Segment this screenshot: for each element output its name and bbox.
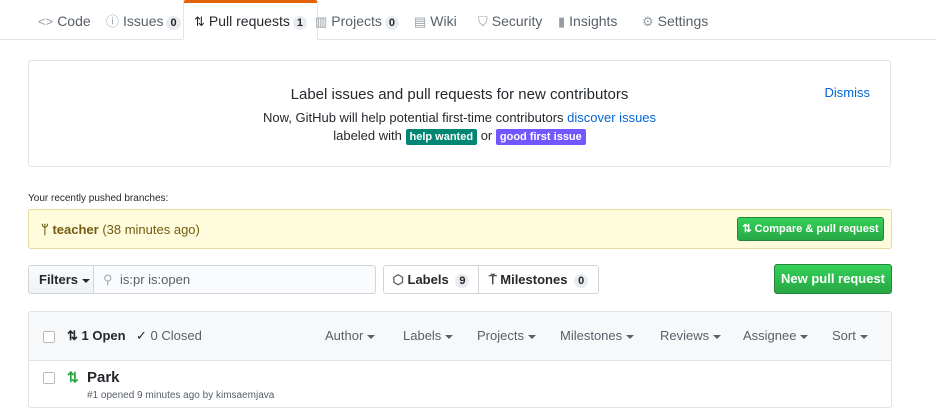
author-dropdown[interactable]: Author <box>325 312 376 360</box>
tag-icon: ⬡ <box>392 272 404 287</box>
caret-down-icon <box>82 278 91 283</box>
branch-icon: ᛘ <box>41 222 49 237</box>
shield-icon: ⛉ <box>478 14 488 29</box>
projects-dropdown[interactable]: Projects <box>477 312 536 360</box>
project-icon: ▥ <box>315 14 328 29</box>
labels-button[interactable]: ⬡ Labels 9 <box>384 266 479 293</box>
pull-request-title[interactable]: Park <box>87 369 120 386</box>
pull-request-icon: ⇅ <box>742 223 752 235</box>
tab-wiki[interactable]: ▤ Wiki <box>414 0 457 39</box>
recent-branch: ᛘ teacher (38 minutes ago) <box>41 222 200 237</box>
good-first-issue-label[interactable]: good first issue <box>495 129 586 145</box>
sort-dropdown[interactable]: Sort <box>832 312 868 360</box>
caret-down-icon <box>859 334 868 339</box>
pull-request-icon: ⇅ <box>67 328 78 343</box>
caret-down-icon <box>713 334 722 339</box>
code-icon: <> <box>38 14 54 29</box>
caret-down-icon <box>626 334 635 339</box>
tab-insights[interactable]: ▮ Insights <box>558 0 617 39</box>
compare-pull-request-button[interactable]: ⇅ Compare & pull request <box>737 217 884 241</box>
branch-name[interactable]: teacher <box>52 222 98 237</box>
caret-down-icon <box>800 334 809 339</box>
assignee-dropdown[interactable]: Assignee <box>743 312 809 360</box>
filters-dropdown[interactable]: Filters <box>28 265 94 294</box>
tab-settings[interactable]: ⚙ Settings <box>642 0 708 39</box>
caret-down-icon <box>367 334 376 339</box>
list-header: ⇅ 1 Open ✓ 0 Closed Author Labels Projec… <box>29 312 891 361</box>
row-checkbox[interactable] <box>43 372 55 384</box>
search-input[interactable]: ⚲ is:pr is:open <box>93 265 376 294</box>
dismiss-button[interactable]: Dismiss <box>825 85 871 100</box>
help-wanted-label[interactable]: help wanted <box>405 129 478 145</box>
caret-down-icon <box>445 334 454 339</box>
repo-tab-bar: <> Code ⓘ Issues 0 ⇅ Pull requests 1 ▥ Project… <box>0 0 936 40</box>
closed-filter[interactable]: ✓ 0 Closed <box>136 312 202 360</box>
pull-requests-counter: 1 <box>292 16 307 30</box>
milestones-button[interactable]: ⍑ Milestones 0 <box>479 266 598 293</box>
pull-request-list: ⇅ 1 Open ✓ 0 Closed Author Labels Projec… <box>28 311 892 408</box>
labels-dropdown[interactable]: Labels <box>403 312 454 360</box>
recent-branches-heading: Your recently pushed branches: <box>28 193 169 204</box>
check-icon: ✓ <box>136 328 147 343</box>
milestone-icon: ⍑ <box>488 272 497 287</box>
select-all-checkbox[interactable] <box>43 331 55 343</box>
banner-line-2: labeled with help wanted or good first i… <box>29 128 890 145</box>
labels-milestones-group: ⬡ Labels 9 ⍑ Milestones 0 <box>383 265 599 294</box>
tab-pull-requests[interactable]: ⇅ Pull requests 1 <box>183 0 318 40</box>
pull-request-icon: ⇅ <box>194 14 205 29</box>
pull-request-meta: #1 opened 9 minutes ago by kimsaemjava <box>87 390 275 401</box>
recent-branch-box: ᛘ teacher (38 minutes ago) ⇅ Compare & p… <box>28 209 892 249</box>
projects-counter: 0 <box>384 16 399 30</box>
book-icon: ▤ <box>414 14 427 29</box>
gear-icon: ⚙ <box>642 14 654 29</box>
open-filter[interactable]: ⇅ 1 Open <box>67 312 126 360</box>
reviews-dropdown[interactable]: Reviews <box>660 312 722 360</box>
list-item: ⇅ Park #1 opened 9 minutes ago by kimsae… <box>29 360 891 407</box>
graph-icon: ▮ <box>558 14 566 29</box>
milestones-dropdown[interactable]: Milestones <box>560 312 635 360</box>
tab-projects[interactable]: ▥ Projects 0 <box>315 0 399 39</box>
discover-issues-link[interactable]: discover issues <box>567 110 656 125</box>
banner-line-1: Now, GitHub will help potential first-ti… <box>262 110 657 125</box>
tab-issues[interactable]: ⓘ Issues 0 <box>106 0 181 39</box>
caret-down-icon <box>527 334 536 339</box>
issues-counter: 0 <box>166 16 181 30</box>
branch-time: (38 minutes ago) <box>102 222 200 237</box>
issue-icon: ⓘ <box>106 14 120 29</box>
tab-code[interactable]: <> Code <box>38 0 91 39</box>
new-contributors-banner: Label issues and pull requests for new c… <box>28 60 891 167</box>
open-pull-request-icon: ⇅ <box>67 369 79 385</box>
new-pull-request-button[interactable]: New pull request <box>774 264 892 294</box>
tab-security[interactable]: ⛉ Security <box>478 0 542 39</box>
banner-title: Label issues and pull requests for new c… <box>290 86 629 103</box>
search-icon: ⚲ <box>103 272 113 287</box>
